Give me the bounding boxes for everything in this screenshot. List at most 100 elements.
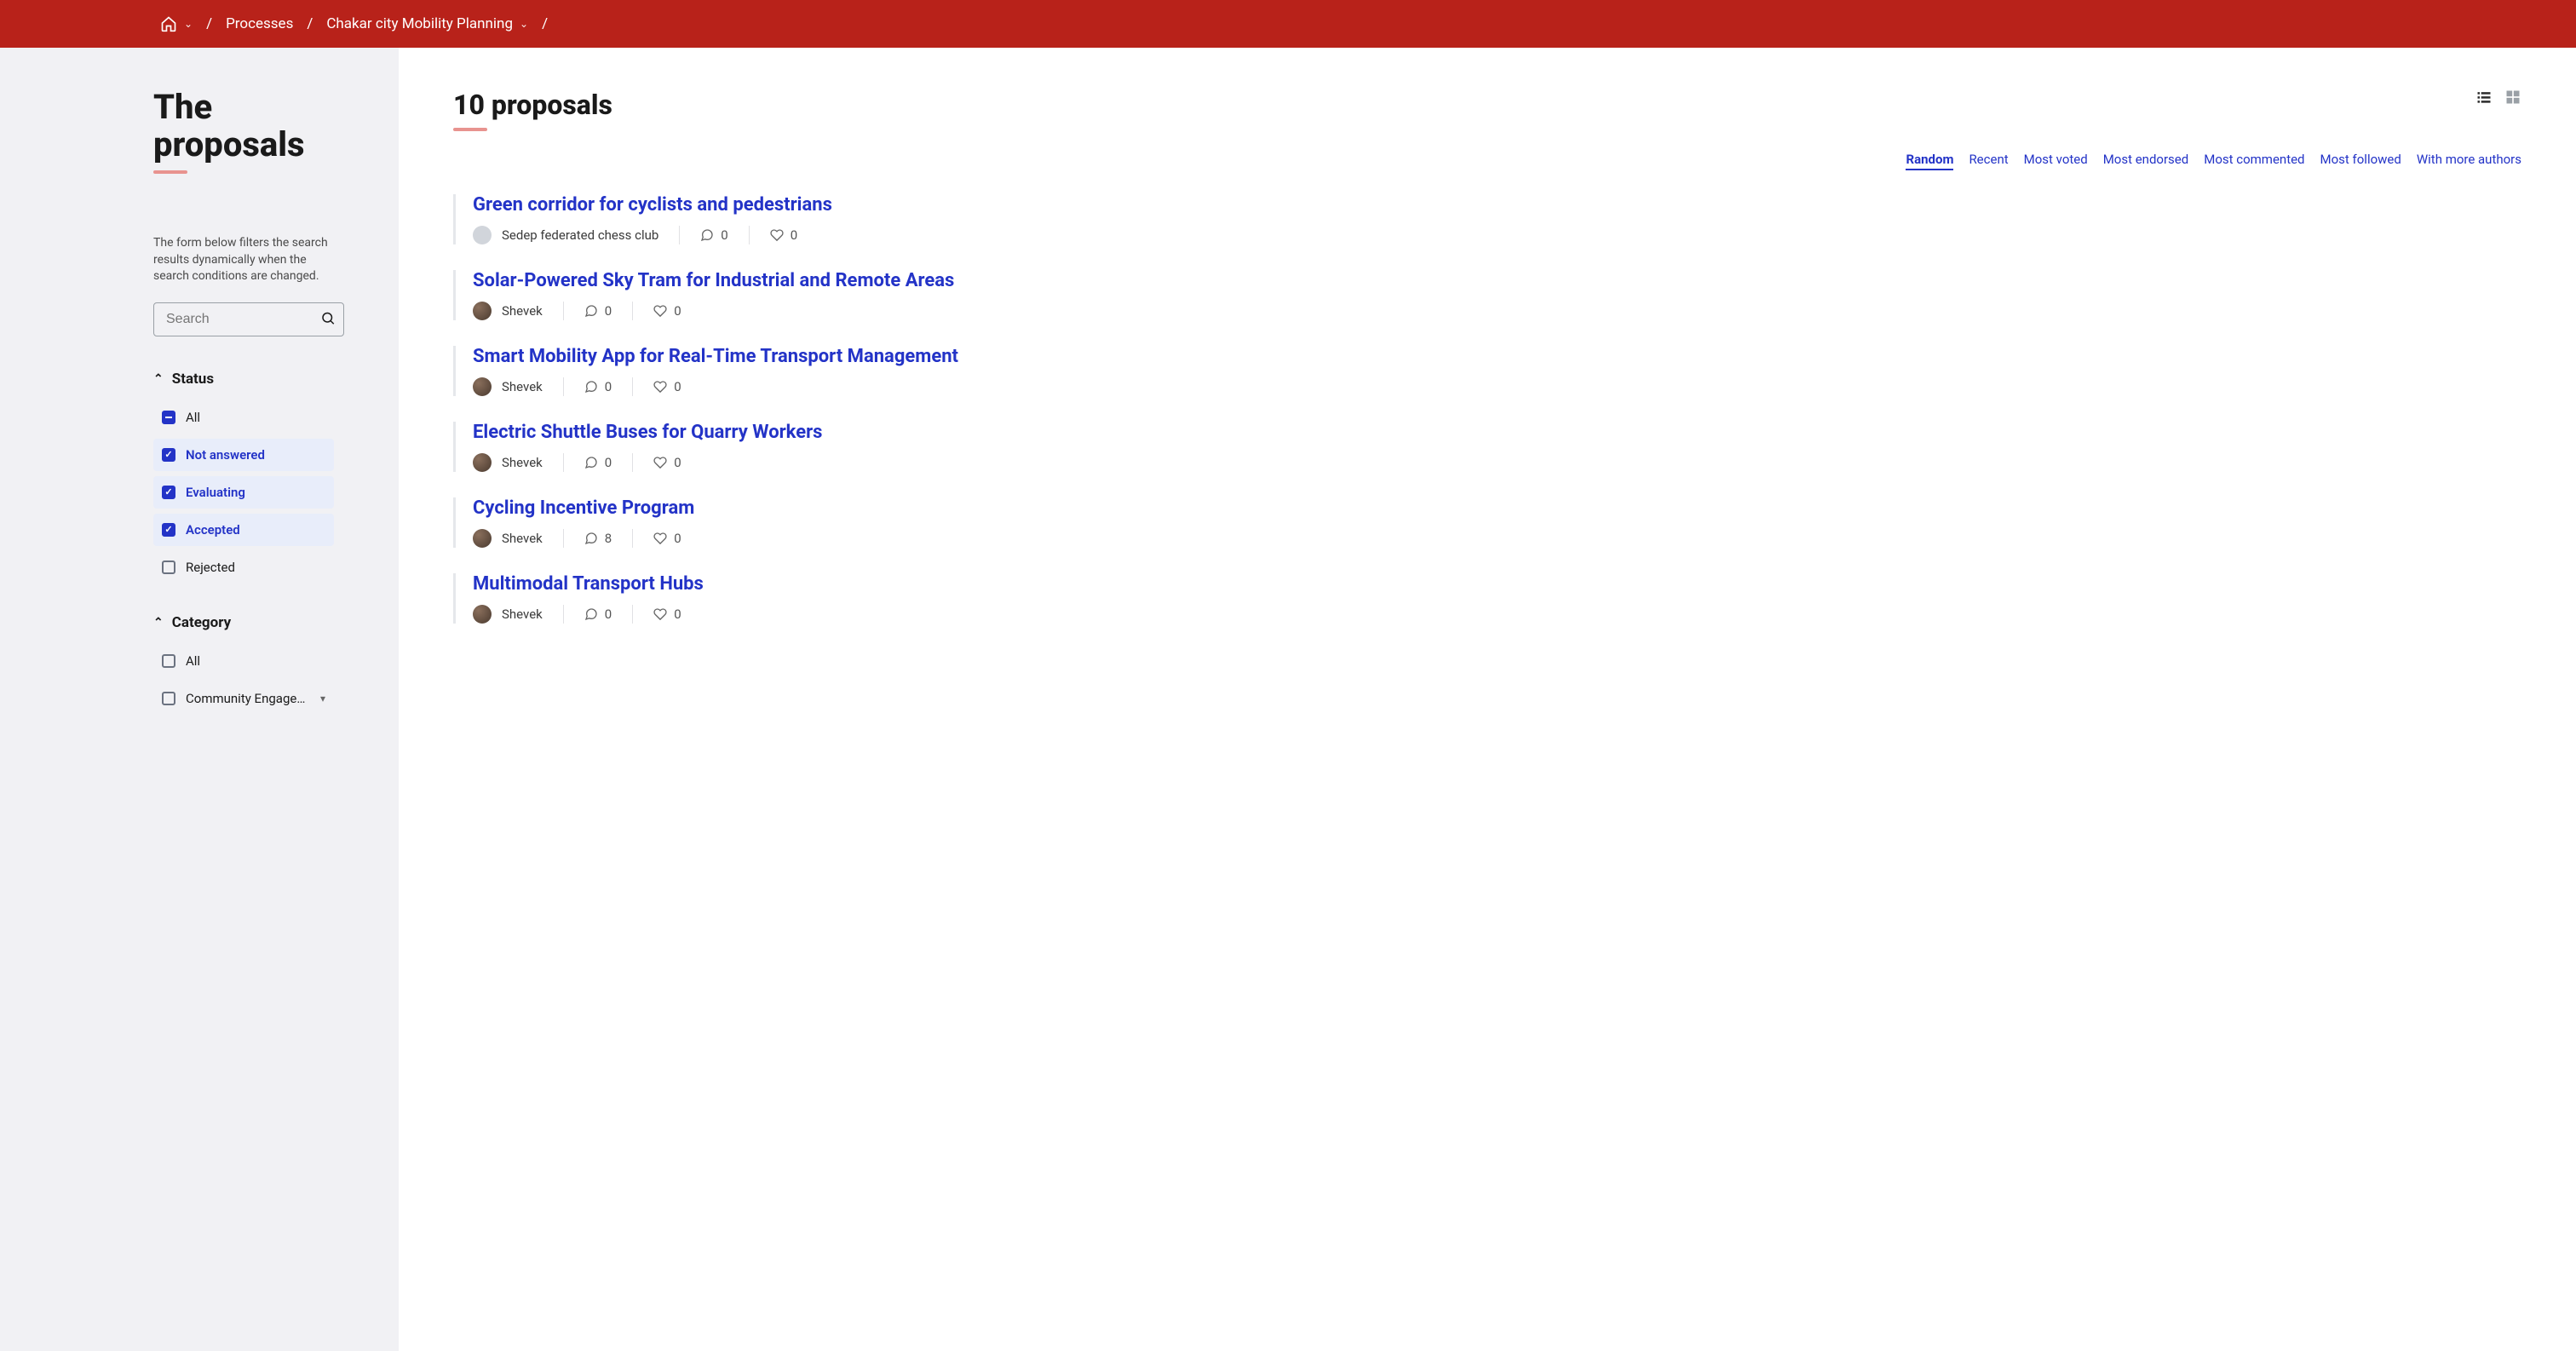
comment-icon bbox=[700, 228, 714, 242]
list-view-toggle[interactable] bbox=[2475, 89, 2493, 106]
comments-count[interactable]: 0 bbox=[564, 455, 632, 470]
likes-count[interactable]: 0 bbox=[633, 531, 701, 546]
sort-tab[interactable]: Most endorsed bbox=[2103, 152, 2189, 170]
checkbox[interactable] bbox=[162, 692, 175, 705]
sort-tab[interactable]: Random bbox=[1906, 152, 1953, 170]
filter-status-option[interactable]: Evaluating bbox=[153, 476, 334, 509]
grid-view-toggle[interactable] bbox=[2504, 89, 2521, 106]
filter-status-label: Status bbox=[172, 371, 214, 388]
proposal-author[interactable]: Shevek bbox=[473, 302, 563, 320]
likes-value: 0 bbox=[674, 455, 681, 470]
author-name: Shevek bbox=[502, 607, 543, 622]
proposal-title[interactable]: Solar-Powered Sky Tram for Industrial an… bbox=[473, 270, 2521, 291]
proposal-title[interactable]: Electric Shuttle Buses for Quarry Worker… bbox=[473, 422, 2521, 443]
likes-count[interactable]: 0 bbox=[633, 607, 701, 622]
checkbox[interactable] bbox=[162, 486, 175, 499]
proposal-author[interactable]: Shevek bbox=[473, 605, 563, 624]
main-content: 10 proposals RandomRecentMost votedMost … bbox=[399, 48, 2576, 1351]
top-bar: ⌄ / Processes / Chakar city Mobility Pla… bbox=[0, 0, 2576, 48]
checkbox[interactable] bbox=[162, 448, 175, 462]
breadcrumb-current[interactable]: Chakar city Mobility Planning ⌄ bbox=[326, 15, 528, 32]
filter-status-option[interactable]: Not answered bbox=[153, 439, 334, 471]
filter-category-option[interactable]: All bbox=[153, 645, 334, 677]
filter-category-label: Category bbox=[172, 614, 231, 631]
comments-count[interactable]: 8 bbox=[564, 531, 632, 546]
search-button[interactable] bbox=[320, 310, 336, 328]
sort-tab[interactable]: Most commented bbox=[2204, 152, 2304, 170]
filter-status-header[interactable]: ⌃ Status bbox=[153, 371, 358, 388]
comments-value: 8 bbox=[605, 531, 612, 546]
comment-icon bbox=[584, 304, 598, 318]
comment-icon bbox=[584, 456, 598, 469]
sort-tab[interactable]: Most followed bbox=[2320, 152, 2401, 170]
author-name: Sedep federated chess club bbox=[502, 227, 658, 243]
proposal-card: Smart Mobility App for Real-Time Transpo… bbox=[453, 346, 2521, 396]
proposal-author[interactable]: Shevek bbox=[473, 529, 563, 548]
author-name: Shevek bbox=[502, 455, 543, 470]
breadcrumb-sep: / bbox=[206, 15, 212, 32]
likes-count[interactable]: 0 bbox=[633, 455, 701, 470]
proposal-card: Solar-Powered Sky Tram for Industrial an… bbox=[453, 270, 2521, 320]
chevron-down-icon[interactable]: ▾ bbox=[320, 693, 325, 704]
checkbox[interactable] bbox=[162, 523, 175, 537]
sort-tab[interactable]: Recent bbox=[1969, 152, 2008, 170]
checkbox[interactable] bbox=[162, 654, 175, 668]
search-input[interactable] bbox=[153, 302, 344, 336]
filter-option-label: All bbox=[186, 410, 325, 425]
avatar bbox=[473, 605, 492, 624]
filter-status-option[interactable]: All bbox=[153, 401, 334, 434]
filter-option-label: All bbox=[186, 653, 325, 669]
sort-tab[interactable]: With more authors bbox=[2417, 152, 2521, 170]
checkbox[interactable] bbox=[162, 561, 175, 574]
checkbox[interactable] bbox=[162, 411, 175, 424]
filter-category-header[interactable]: ⌃ Category bbox=[153, 614, 358, 631]
avatar bbox=[473, 377, 492, 396]
proposal-list: Green corridor for cyclists and pedestri… bbox=[453, 194, 2521, 624]
filter-status-section: ⌃ Status All Not answered Evaluating Accept… bbox=[153, 371, 358, 584]
likes-value: 0 bbox=[674, 607, 681, 622]
comments-value: 0 bbox=[605, 303, 612, 319]
proposal-author[interactable]: Shevek bbox=[473, 453, 563, 472]
breadcrumb-processes[interactable]: Processes bbox=[226, 15, 293, 32]
count-underline bbox=[453, 128, 487, 131]
avatar bbox=[473, 226, 492, 244]
comment-icon bbox=[584, 380, 598, 394]
proposal-author[interactable]: Shevek bbox=[473, 377, 563, 396]
likes-count[interactable]: 0 bbox=[633, 379, 701, 394]
filter-option-label: Accepted bbox=[186, 522, 325, 538]
proposal-title[interactable]: Multimodal Transport Hubs bbox=[473, 573, 2521, 595]
comments-count[interactable]: 0 bbox=[680, 227, 748, 243]
comments-count[interactable]: 0 bbox=[564, 607, 632, 622]
likes-value: 0 bbox=[674, 303, 681, 319]
chevron-down-icon[interactable]: ⌄ bbox=[184, 18, 193, 30]
filter-status-option[interactable]: Accepted bbox=[153, 514, 334, 546]
comments-count[interactable]: 0 bbox=[564, 379, 632, 394]
heart-icon bbox=[653, 456, 667, 469]
likes-count[interactable]: 0 bbox=[750, 227, 818, 243]
filter-category-option[interactable]: Community Engagement a…▾ bbox=[153, 682, 334, 715]
likes-value: 0 bbox=[674, 379, 681, 394]
comment-icon bbox=[584, 607, 598, 621]
chevron-up-icon: ⌃ bbox=[153, 372, 164, 386]
search-icon bbox=[320, 310, 336, 325]
comments-count[interactable]: 0 bbox=[564, 303, 632, 319]
chevron-down-icon[interactable]: ⌄ bbox=[520, 18, 528, 30]
comments-value: 0 bbox=[605, 607, 612, 622]
proposal-meta: Sedep federated chess club 00 bbox=[473, 226, 2521, 244]
view-toggles bbox=[2475, 89, 2521, 106]
likes-value: 0 bbox=[674, 531, 681, 546]
proposal-title[interactable]: Green corridor for cyclists and pedestri… bbox=[473, 194, 2521, 216]
proposal-title[interactable]: Cycling Incentive Program bbox=[473, 497, 2521, 519]
likes-count[interactable]: 0 bbox=[633, 303, 701, 319]
title-underline bbox=[153, 170, 187, 174]
comment-icon bbox=[584, 532, 598, 545]
heart-icon bbox=[653, 380, 667, 394]
heart-icon bbox=[770, 228, 784, 242]
filter-status-option[interactable]: Rejected bbox=[153, 551, 334, 584]
proposal-title[interactable]: Smart Mobility App for Real-Time Transpo… bbox=[473, 346, 2521, 367]
proposal-author[interactable]: Sedep federated chess club bbox=[473, 226, 679, 244]
avatar bbox=[473, 529, 492, 548]
heart-icon bbox=[653, 304, 667, 318]
sort-tab[interactable]: Most voted bbox=[2024, 152, 2088, 170]
breadcrumb-home[interactable]: ⌄ bbox=[160, 15, 193, 32]
